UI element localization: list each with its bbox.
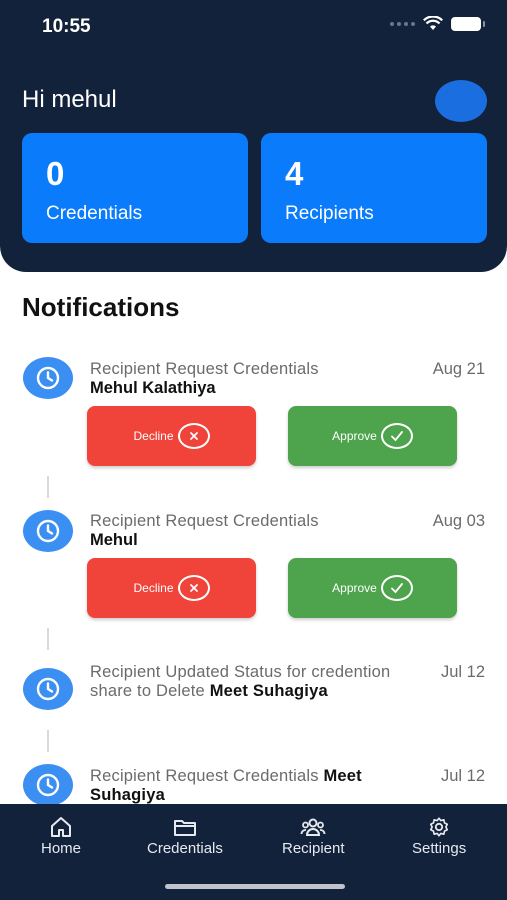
- nav-credentials-label: Credentials: [147, 840, 223, 857]
- notification-date: Jul 12: [440, 663, 485, 681]
- notification-sender: Mehul Kalathiya: [90, 379, 216, 397]
- status-icons: [390, 16, 485, 31]
- nav-home[interactable]: Home: [41, 816, 81, 857]
- timeline-connector: [47, 730, 49, 752]
- close-circle-icon: [177, 575, 210, 601]
- notification-title: Recipient Request Credentials Meet Suhag…: [90, 767, 420, 805]
- close-circle-icon: [177, 423, 210, 449]
- notification-date: Aug 03: [432, 512, 485, 530]
- notification-title: Recipient Updated Status for credention …: [90, 663, 400, 701]
- greeting: Hi mehul: [22, 86, 117, 113]
- nav-settings[interactable]: Settings: [412, 816, 466, 857]
- check-circle-icon: [380, 575, 413, 601]
- approve-label: Approve: [332, 429, 377, 443]
- nav-recipient[interactable]: Recipient: [282, 816, 345, 857]
- battery-icon: [451, 16, 485, 31]
- recipients-label: Recipients: [285, 203, 374, 224]
- gear-icon: [430, 817, 449, 837]
- notification-title-text: Recipient Request Credentials: [90, 767, 319, 785]
- decline-label: Decline: [133, 429, 174, 443]
- check-circle-icon: [380, 423, 413, 449]
- recipients-card[interactable]: 4 Recipients: [261, 133, 487, 243]
- approve-button[interactable]: Approve: [288, 558, 457, 618]
- signal-icon: [390, 21, 415, 26]
- notification-title: Recipient Request Credentials: [90, 512, 319, 530]
- timeline-connector: [47, 476, 49, 498]
- notification-sender: Mehul: [90, 531, 138, 549]
- notification-title: Recipient Request Credentials: [90, 360, 319, 378]
- decline-button[interactable]: Decline: [87, 558, 256, 618]
- credentials-count: 0: [46, 155, 65, 192]
- recipients-count: 4: [285, 155, 304, 192]
- approve-button[interactable]: Approve: [288, 406, 457, 466]
- nav-home-label: Home: [41, 840, 82, 857]
- notifications-title: Notifications: [22, 292, 180, 322]
- clock-icon: [23, 764, 73, 806]
- decline-button[interactable]: Decline: [87, 406, 256, 466]
- group-icon: [300, 818, 326, 836]
- credentials-label: Credentials: [46, 203, 143, 224]
- clock-icon: [23, 668, 73, 710]
- header: 10:55 Hi mehul 0 Credentials 4 Recipient…: [0, 0, 507, 272]
- notification-date: Aug 21: [432, 360, 485, 378]
- home-indicator: [165, 884, 345, 889]
- approve-label: Approve: [332, 581, 377, 595]
- folder-icon: [173, 820, 196, 836]
- nav-credentials[interactable]: Credentials: [147, 816, 223, 857]
- avatar[interactable]: [435, 80, 487, 122]
- status-time: 10:55: [42, 16, 91, 37]
- decline-label: Decline: [133, 581, 174, 595]
- credentials-card[interactable]: 0 Credentials: [22, 133, 248, 243]
- nav-recipient-label: Recipient: [282, 840, 345, 857]
- timeline-connector: [47, 628, 49, 650]
- home-icon: [51, 817, 71, 837]
- wifi-icon: [423, 16, 443, 30]
- notification-sender: Meet Suhagiya: [209, 682, 328, 700]
- notification-date: Jul 12: [440, 767, 485, 785]
- clock-icon: [23, 357, 73, 399]
- nav-settings-label: Settings: [412, 840, 467, 857]
- clock-icon: [23, 510, 73, 552]
